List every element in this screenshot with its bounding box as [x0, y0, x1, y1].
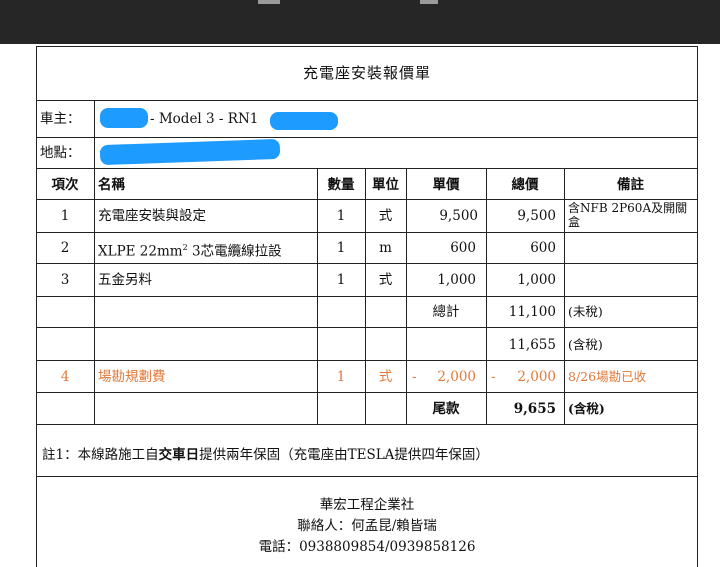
survey-name: 場勘規劃費: [98, 369, 166, 385]
location-label: 地點：: [40, 145, 81, 161]
row-3-price: 1,000: [437, 272, 476, 288]
balance-note: (含稅): [568, 401, 605, 416]
note-prefix: 註1：本線路施工自: [42, 447, 159, 463]
row-1-remark-line1: 含NFB 2P60A及開關: [568, 201, 688, 215]
rule: [36, 424, 697, 425]
owner-value: - Model 3 - RN1: [150, 111, 259, 127]
subtotal-note: (未稅): [568, 304, 603, 319]
column-rule: [94, 168, 95, 424]
row-2-unit: m: [379, 240, 392, 256]
column-rule: [317, 168, 318, 424]
survey-total: 2,000: [517, 369, 556, 385]
company-name: 華宏工程企業社: [319, 497, 415, 513]
row-1-name: 充電座安裝與設定: [98, 208, 206, 224]
row-1-price: 9,500: [439, 208, 478, 224]
rule: [36, 360, 697, 361]
rule: [36, 168, 697, 169]
column-rule: [486, 168, 487, 424]
contact-person: 聯絡人：何孟昆/賴皆瑞: [297, 518, 437, 534]
phone-number: 電話：0938809854/0939858126: [258, 539, 476, 555]
top-bar-glyph: [420, 0, 438, 4]
taxed-note: (含稅): [568, 337, 603, 352]
row-2-name-b: 3芯電纜線拉設: [187, 243, 282, 260]
row-3-unit: 式: [378, 272, 393, 288]
survey-qty: 1: [336, 369, 346, 385]
rule: [36, 100, 697, 101]
subtotal-label: 總計: [432, 304, 460, 320]
column-rule: [94, 100, 95, 168]
column-rule: [365, 168, 366, 424]
header-total: 總價: [511, 177, 539, 193]
note-emphasis: 交車日: [158, 447, 200, 463]
row-2-total: 600: [530, 240, 556, 256]
survey-total-sign: -: [491, 369, 496, 385]
top-bar-glyph: [258, 0, 280, 4]
warranty-note: 註1：本線路施工自交車日提供兩年保固（充電座由TESLA提供四年保固）: [42, 443, 489, 463]
rule: [36, 296, 697, 297]
rule: [36, 392, 697, 393]
row-1-total: 9,500: [517, 208, 556, 224]
survey-unit: 式: [378, 369, 393, 385]
rule: [36, 199, 697, 200]
row-2-name-a: XLPE 22mm: [98, 243, 183, 260]
rule: [36, 263, 697, 264]
survey-price: 2,000: [437, 369, 476, 385]
header-name: 名稱: [98, 177, 125, 193]
subtotal-value: 11,100: [508, 304, 556, 320]
taxed-value: 11,655: [508, 337, 556, 353]
owner-label: 車主：: [40, 111, 81, 127]
row-2-no: 2: [60, 240, 70, 256]
header-qty: 數量: [327, 177, 355, 193]
rule: [36, 476, 697, 477]
document-title: 充電座安裝報價單: [302, 64, 431, 82]
balance-label: 尾款: [432, 401, 460, 417]
survey-no: 4: [60, 369, 70, 385]
header-remark: 備註: [617, 177, 644, 193]
row-2-qty: 1: [336, 240, 346, 256]
balance-value: 9,655: [513, 401, 556, 417]
row-2-price: 600: [450, 240, 476, 256]
row-1-qty: 1: [336, 208, 346, 224]
rule: [36, 327, 697, 328]
row-3-qty: 1: [336, 272, 346, 288]
redaction-mark: [100, 108, 148, 128]
row-1-no: 1: [60, 208, 70, 224]
row-2-name: XLPE 22mm2 3芯電纜線拉設: [98, 240, 282, 260]
rule: [36, 137, 697, 138]
row-3-total: 1,000: [517, 272, 556, 288]
header-item: 項次: [51, 177, 79, 193]
header-price: 單價: [432, 177, 460, 193]
header-unit: 單位: [372, 177, 399, 193]
note-suffix: 提供兩年保固（充電座由TESLA提供四年保固）: [199, 447, 489, 463]
survey-price-sign: -: [412, 369, 417, 385]
row-3-no: 3: [60, 272, 70, 288]
survey-remark: 8/26場勘已收: [568, 369, 647, 384]
row-3-name: 五金另料: [98, 272, 152, 288]
rule: [36, 232, 697, 233]
row-1-unit: 式: [378, 208, 393, 224]
top-bar: [0, 0, 720, 44]
redaction-mark: [270, 112, 338, 130]
row-1-remark-line2: 盒: [568, 215, 581, 229]
column-rule: [406, 168, 407, 424]
column-rule: [564, 168, 565, 424]
